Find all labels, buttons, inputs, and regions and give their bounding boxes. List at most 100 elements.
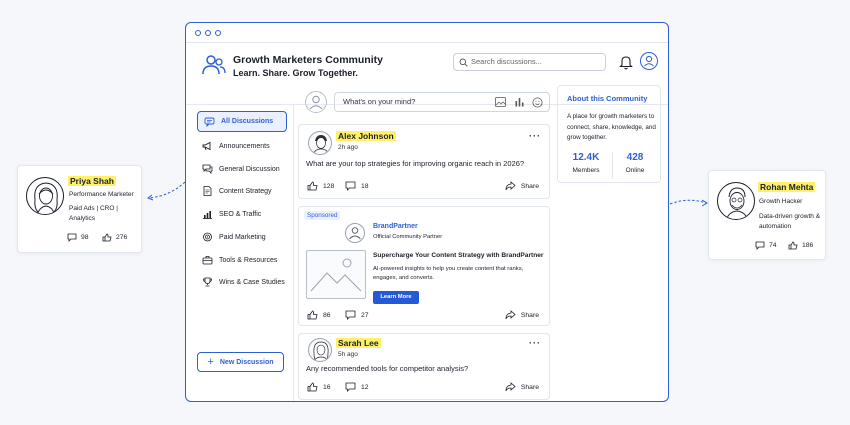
thumbs-up-icon <box>307 181 318 191</box>
sidebar-item-tools-resources[interactable]: Tools & Resources <box>202 252 277 268</box>
sidebar-item-paid-marketing[interactable]: Paid Marketing <box>202 229 266 245</box>
brand-subtitle: Official Community Partner <box>373 234 443 240</box>
profile-likes[interactable]: 186 <box>788 241 813 250</box>
sidebar-item-label: Wins & Case Studies <box>219 278 285 286</box>
thumbs-up-icon <box>788 241 798 250</box>
comment-button[interactable]: 12 <box>345 382 369 392</box>
more-options-icon[interactable]: ··· <box>529 338 541 348</box>
right-connector <box>669 199 708 207</box>
sidebar: All Discussions Announcements General Di… <box>186 105 294 401</box>
sidebar-item-general-discussion[interactable]: General Discussion <box>202 161 280 177</box>
like-count: 86 <box>323 311 331 319</box>
poll-icon[interactable] <box>514 97 525 107</box>
learn-more-button[interactable]: Learn More <box>373 291 419 304</box>
composer-input[interactable]: What's on your mind? <box>334 92 550 112</box>
profile-comments[interactable]: 74 <box>755 241 777 250</box>
like-count: 276 <box>116 234 128 241</box>
sponsored-badge: Sponsored <box>304 211 341 220</box>
comment-count: 74 <box>769 242 777 249</box>
sidebar-item-all-discussions[interactable]: All Discussions <box>197 111 287 132</box>
thumbs-up-icon <box>307 382 318 392</box>
like-button[interactable]: 16 <box>307 382 331 392</box>
comment-icon <box>345 310 356 320</box>
like-button[interactable]: 128 <box>307 181 334 191</box>
sidebar-item-seo-traffic[interactable]: SEO & Traffic <box>202 206 261 222</box>
share-button[interactable]: Share <box>505 310 539 320</box>
avatar <box>308 131 332 155</box>
sidebar-item-label: SEO & Traffic <box>219 210 262 218</box>
comment-icon <box>345 181 356 191</box>
community-logo-icon <box>202 55 226 75</box>
sponsored-card: Sponsored BrandPartner Official Communit… <box>298 206 550 326</box>
members-count: 12.4K <box>572 152 600 163</box>
comment-count: 98 <box>81 234 89 241</box>
post-author[interactable]: Sarah Lee <box>336 338 381 348</box>
brand-name[interactable]: BrandPartner <box>373 223 418 230</box>
ad-image-placeholder <box>306 250 366 299</box>
sidebar-item-label: Tools & Resources <box>219 256 278 264</box>
share-icon <box>505 382 516 392</box>
user-avatar[interactable] <box>640 52 658 70</box>
document-icon <box>203 186 212 196</box>
profile-comments[interactable]: 98 <box>67 233 89 242</box>
window-dot[interactable] <box>215 30 221 36</box>
share-button[interactable]: Share <box>505 181 539 191</box>
post-author[interactable]: Alex Johnson <box>336 131 396 141</box>
comment-count: 18 <box>361 182 369 190</box>
window-titlebar <box>186 23 668 43</box>
comment-count: 12 <box>361 383 369 391</box>
user-icon <box>349 227 361 240</box>
window-dot[interactable] <box>205 30 211 36</box>
post-card: Alex Johnson 2h ago ··· What are your to… <box>298 124 550 199</box>
comment-icon <box>755 241 765 250</box>
search-input[interactable]: Search discussions... <box>453 53 606 71</box>
app-tagline: Learn. Share. Grow Together. <box>233 68 358 78</box>
sidebar-item-label: All Discussions <box>221 118 274 125</box>
sidebar-item-announcements[interactable]: Announcements <box>202 138 270 154</box>
comment-button[interactable]: 27 <box>345 310 369 320</box>
plus-icon: + <box>207 356 214 368</box>
post-time: 2h ago <box>338 144 358 151</box>
user-icon <box>309 95 323 110</box>
left-connector <box>146 181 186 201</box>
thumbs-up-icon <box>307 310 318 320</box>
brand-avatar <box>345 223 365 243</box>
emoji-icon[interactable] <box>532 97 543 108</box>
profile-name[interactable]: Rohan Mehta <box>758 182 816 192</box>
share-icon <box>505 181 516 191</box>
share-label: Share <box>520 182 539 190</box>
sidebar-item-content-strategy[interactable]: Content Strategy <box>202 183 272 199</box>
composer-avatar <box>305 91 327 113</box>
chat-icon <box>202 164 213 174</box>
post-text: What are your top strategies for improvi… <box>306 159 525 168</box>
post-text: Any recommended tools for competitor ana… <box>306 364 469 373</box>
more-options-icon[interactable]: ··· <box>529 131 541 141</box>
trophy-icon <box>203 277 212 287</box>
new-discussion-label: New Discussion <box>219 358 274 366</box>
image-icon[interactable] <box>495 97 506 107</box>
share-button[interactable]: Share <box>505 382 539 392</box>
post-composer: What's on your mind? <box>301 91 551 115</box>
sidebar-item-wins-case-studies[interactable]: Wins & Case Studies <box>202 274 285 290</box>
window-dot[interactable] <box>195 30 201 36</box>
sidebar-item-label: Announcements <box>219 142 270 150</box>
post-card: Sarah Lee 5h ago ··· Any recommended too… <box>298 333 550 400</box>
bell-icon[interactable] <box>619 54 633 70</box>
profile-desc: Paid Ads | CRO | Analytics <box>69 205 118 222</box>
profile-name[interactable]: Priya Shah <box>68 176 116 186</box>
like-button[interactable]: 86 <box>307 310 331 320</box>
online-count: 428 <box>626 152 644 163</box>
avatar <box>308 338 332 362</box>
new-discussion-button[interactable]: + New Discussion <box>197 352 284 372</box>
ad-title: Supercharge Your Content Strategy with B… <box>373 252 544 259</box>
share-icon <box>505 310 516 320</box>
profile-card-left[interactable]: Priya Shah Performance Marketer Paid Ads… <box>17 165 142 253</box>
profile-card-right[interactable]: Rohan Mehta Growth Hacker Data-driven gr… <box>708 170 826 260</box>
canvas: Priya Shah Performance Marketer Paid Ads… <box>0 0 850 425</box>
app-title: Growth Marketers Community <box>233 54 383 66</box>
avatar <box>717 182 755 220</box>
comment-button[interactable]: 18 <box>345 181 369 191</box>
profile-likes[interactable]: 276 <box>102 233 127 242</box>
search-icon <box>459 58 468 67</box>
thumbs-up-icon <box>102 233 112 242</box>
